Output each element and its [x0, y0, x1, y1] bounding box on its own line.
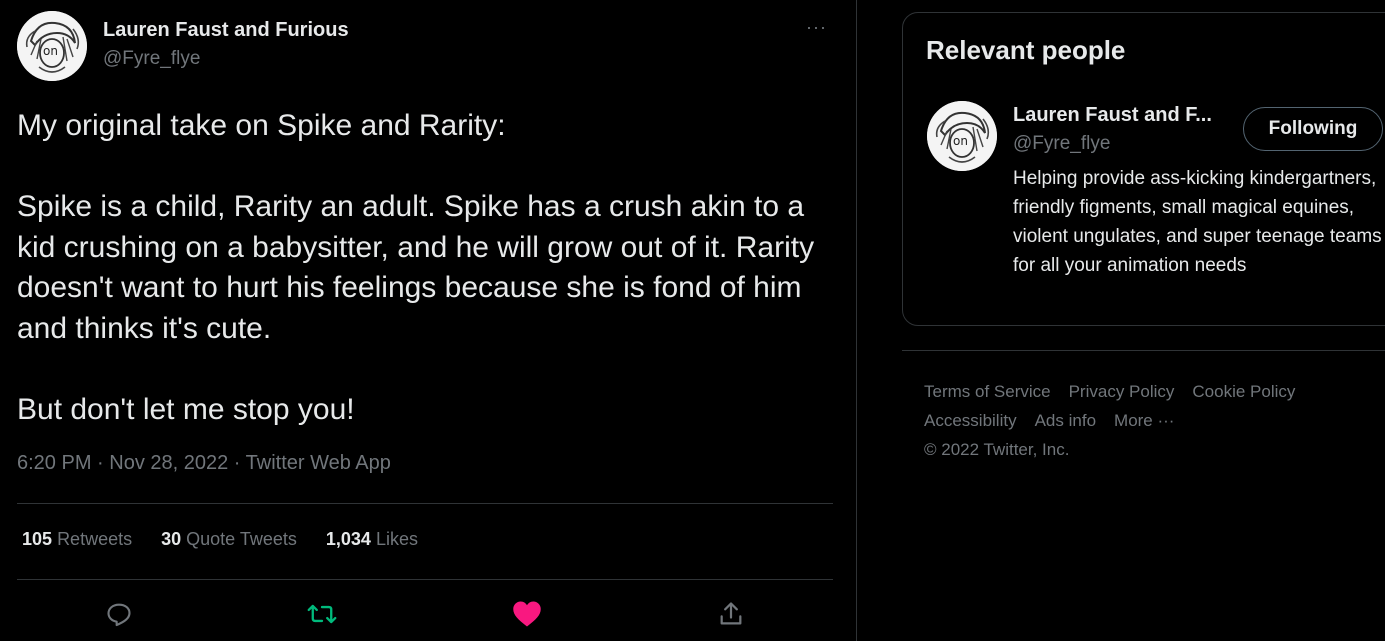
divider [17, 503, 833, 504]
accessibility-link[interactable]: Accessibility [924, 406, 1017, 435]
share-button[interactable] [714, 597, 748, 631]
author-name[interactable]: Lauren Faust and Furious [103, 19, 349, 42]
cookie-link[interactable]: Cookie Policy [1192, 377, 1295, 406]
like-button[interactable] [510, 597, 544, 631]
likes-label: Likes [375, 529, 418, 549]
likes-count: 1,034 [325, 529, 371, 549]
divider [17, 579, 833, 580]
copyright: © 2022 Twitter, Inc. [924, 440, 1070, 459]
quotes-count: 30 [161, 529, 182, 549]
author-avatar[interactable]: on [17, 11, 87, 81]
retweets-count: 105 [22, 529, 53, 549]
likes-stat[interactable]: 1,034 Likes [326, 529, 418, 550]
quotes-label: Quote Tweets [186, 529, 297, 549]
relevant-people-card: Relevant people on Lauren Faust and F...… [902, 12, 1385, 326]
avatar-sketch-icon: on [927, 101, 997, 171]
twitter-page: on Lauren Faust and Furious @Fyre_flye ·… [0, 0, 1385, 641]
retweets-label: Retweets [57, 529, 133, 549]
heart-icon [513, 601, 541, 627]
person-name[interactable]: Lauren Faust and F... [1013, 104, 1212, 127]
tweet-stats: 105 Retweets 30 Quote Tweets 1,034 Likes [22, 529, 418, 550]
svg-text:on: on [43, 44, 58, 58]
person-avatar[interactable]: on [927, 101, 997, 171]
person-bio: Helping provide ass-kicking kindergartne… [1013, 168, 1382, 276]
svg-text:on: on [953, 134, 968, 148]
terms-link[interactable]: Terms of Service [924, 377, 1051, 406]
tweet-timestamp[interactable]: 6:20 PM · Nov 28, 2022 · Twitter Web App [17, 452, 391, 475]
reply-icon [107, 603, 131, 627]
relevant-people-title: Relevant people [926, 35, 1126, 65]
more-options-button[interactable]: ··· [806, 18, 827, 36]
ads-info-link[interactable]: Ads info [1035, 406, 1096, 435]
divider [902, 350, 1385, 351]
privacy-link[interactable]: Privacy Policy [1069, 377, 1175, 406]
following-button[interactable]: Following [1243, 107, 1383, 151]
retweet-button[interactable] [305, 597, 339, 631]
retweet-icon [307, 604, 337, 624]
person-handle[interactable]: @Fyre_flye [1013, 133, 1110, 155]
retweets-stat[interactable]: 105 Retweets [22, 529, 132, 550]
avatar-sketch-icon: on [17, 11, 87, 81]
footer: Terms of Service Privacy Policy Cookie P… [924, 377, 1364, 464]
tweet-text: My original take on Spike and Rarity: Sp… [17, 109, 815, 426]
author-handle[interactable]: @Fyre_flye [103, 48, 200, 70]
reply-button[interactable] [102, 597, 136, 631]
tweet-detail: on Lauren Faust and Furious @Fyre_flye ·… [0, 0, 857, 641]
share-icon [720, 602, 742, 625]
quote-tweets-stat[interactable]: 30 Quote Tweets [161, 529, 297, 550]
more-link[interactable]: More ··· [1114, 406, 1174, 435]
